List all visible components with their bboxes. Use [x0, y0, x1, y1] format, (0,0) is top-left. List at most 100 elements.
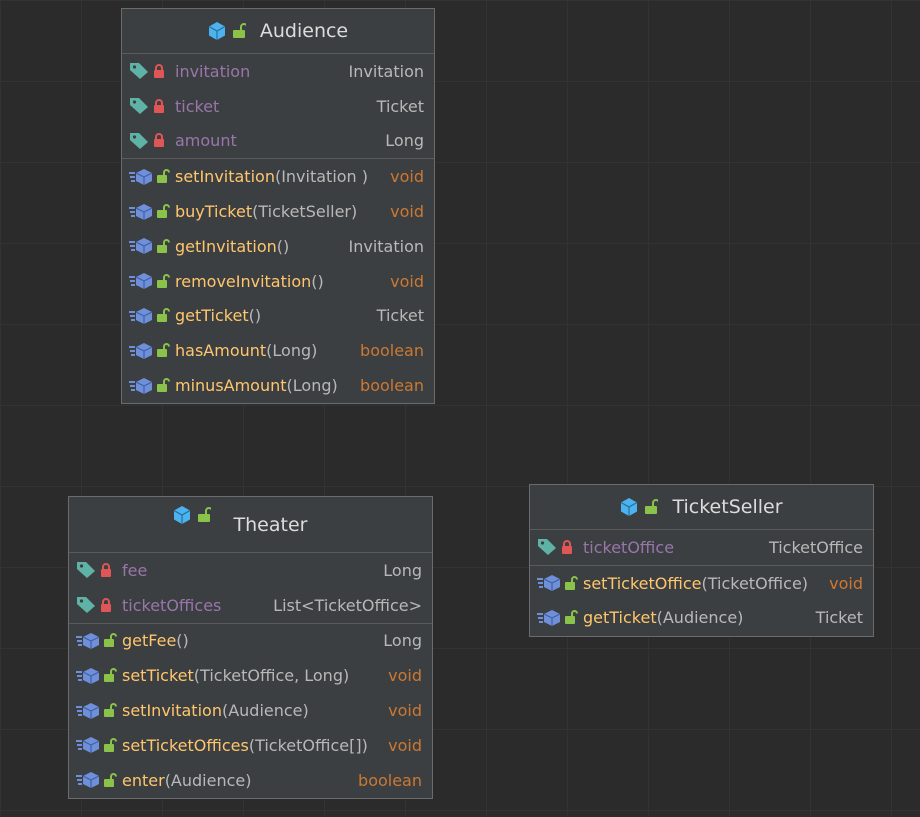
method-row[interactable]: hasAmount (Long) boolean: [122, 333, 434, 368]
locked-icon: [153, 98, 165, 114]
method-icon: [76, 771, 100, 789]
field-row[interactable]: ticketOffice TicketOffice: [530, 530, 873, 565]
method-params: (Audience): [164, 770, 252, 790]
methods-section: setInvitation (Invitation ) void buyTick…: [122, 159, 434, 403]
field-tag-icon: [129, 62, 149, 80]
method-return-type: void: [390, 167, 424, 187]
unlocked-icon: [157, 378, 170, 393]
method-icon: [537, 574, 561, 592]
method-name: setInvitation: [175, 167, 275, 187]
unlocked-icon: [565, 575, 578, 591]
method-row[interactable]: setTicket (TicketOffice, Long) void: [69, 658, 432, 693]
class-header[interactable]: TicketSeller: [530, 485, 873, 530]
class-name: Theater: [233, 513, 308, 536]
method-name: enter: [122, 770, 165, 790]
field-tag-icon: [129, 97, 149, 115]
unlocked-icon: [104, 737, 117, 753]
method-params: (): [176, 631, 189, 651]
class-cube-icon: [173, 505, 191, 525]
method-icon: [76, 736, 100, 754]
field-row[interactable]: fee Long: [69, 553, 432, 588]
method-row[interactable]: setTicketOffices (TicketOffice[]) void: [69, 728, 432, 763]
method-name: getFee: [122, 631, 177, 651]
method-name: removeInvitation: [175, 271, 312, 291]
method-icon: [76, 667, 100, 685]
method-icon: [537, 609, 561, 627]
method-icon: [129, 237, 153, 255]
field-type: List<TicketOffice>: [273, 595, 422, 615]
method-row[interactable]: getInvitation () Invitation: [122, 229, 434, 264]
unlocked-icon: [157, 308, 170, 323]
method-params: (TicketOffice, Long): [193, 666, 350, 686]
method-row[interactable]: buyTicket (TicketSeller) void: [122, 194, 434, 229]
locked-icon: [153, 63, 165, 79]
unlocked-icon: [232, 23, 246, 39]
method-params: (TicketSeller): [252, 202, 358, 222]
method-row[interactable]: setInvitation (Audience) void: [69, 693, 432, 728]
field-type: Ticket: [376, 96, 424, 116]
method-params: (): [311, 271, 324, 291]
class-cube-icon: [208, 21, 226, 41]
method-name: setTicketOffices: [122, 735, 249, 755]
method-return-type: Ticket: [815, 608, 863, 628]
field-row[interactable]: amount Long: [122, 124, 434, 159]
method-row[interactable]: minusAmount (Long) boolean: [122, 368, 434, 403]
unlocked-icon: [644, 499, 659, 515]
field-row[interactable]: invitation Invitation: [122, 54, 434, 89]
method-row[interactable]: setTicketOffice (TicketOffice) void: [530, 566, 873, 601]
method-icon: [129, 272, 153, 290]
methods-section: setTicketOffice (TicketOffice) void getT…: [530, 566, 873, 636]
class-box-audience[interactable]: Audience invitation Invitation ticket Ti…: [121, 8, 435, 404]
method-icon: [129, 203, 153, 221]
method-return-type: void: [388, 666, 422, 686]
unlocked-icon: [104, 772, 117, 788]
class-header[interactable]: Theater: [69, 497, 432, 553]
locked-icon: [100, 597, 112, 613]
method-params: (TicketOffice[]): [248, 735, 368, 755]
method-return-type: Long: [383, 631, 422, 651]
field-name: fee: [122, 560, 148, 580]
method-name: setInvitation: [122, 701, 222, 721]
locked-icon: [153, 133, 165, 148]
method-params: (): [248, 306, 262, 326]
method-return-type: void: [390, 202, 424, 222]
method-return-type: boolean: [358, 770, 422, 790]
field-name: ticketOffice: [583, 537, 675, 557]
method-return-type: boolean: [360, 376, 424, 396]
method-return-type: boolean: [360, 341, 424, 361]
method-params: (Audience): [221, 701, 309, 721]
unlocked-icon: [197, 507, 211, 523]
field-name: amount: [175, 131, 237, 151]
class-header[interactable]: Audience: [122, 9, 434, 54]
method-row[interactable]: removeInvitation () void: [122, 264, 434, 299]
field-tag-icon: [76, 561, 96, 579]
method-params: (): [276, 236, 290, 256]
locked-icon: [561, 539, 573, 555]
method-params: (Invitation ): [274, 167, 369, 187]
unlocked-icon: [157, 273, 170, 289]
class-box-theater[interactable]: Theater fee Long ticketOffices List<Tick…: [68, 496, 433, 799]
field-type: TicketOffice: [768, 537, 863, 557]
method-return-type: Ticket: [376, 306, 424, 326]
unlocked-icon: [104, 668, 117, 683]
field-tag-icon: [537, 538, 557, 556]
method-row[interactable]: setInvitation (Invitation ) void: [122, 159, 434, 194]
field-name: ticketOffices: [122, 595, 222, 615]
field-type: Long: [385, 131, 424, 151]
field-row[interactable]: ticket Ticket: [122, 89, 434, 124]
method-icon: [76, 702, 100, 720]
field-name: ticket: [175, 96, 220, 116]
unlocked-icon: [565, 610, 578, 625]
method-name: getTicket: [583, 608, 657, 628]
method-icon: [129, 377, 153, 395]
method-row[interactable]: getTicket () Ticket: [122, 299, 434, 334]
field-row[interactable]: ticketOffices List<TicketOffice>: [69, 588, 432, 623]
method-row[interactable]: getFee () Long: [69, 624, 432, 659]
method-row[interactable]: getTicket (Audience) Ticket: [530, 601, 873, 636]
method-icon: [129, 168, 153, 186]
class-box-ticket-seller[interactable]: TicketSeller ticketOffice TicketOffice s…: [529, 484, 874, 637]
field-name: invitation: [175, 61, 251, 81]
method-name: setTicketOffice: [583, 573, 702, 593]
method-row[interactable]: enter (Audience) boolean: [69, 763, 432, 798]
method-icon: [129, 342, 153, 360]
